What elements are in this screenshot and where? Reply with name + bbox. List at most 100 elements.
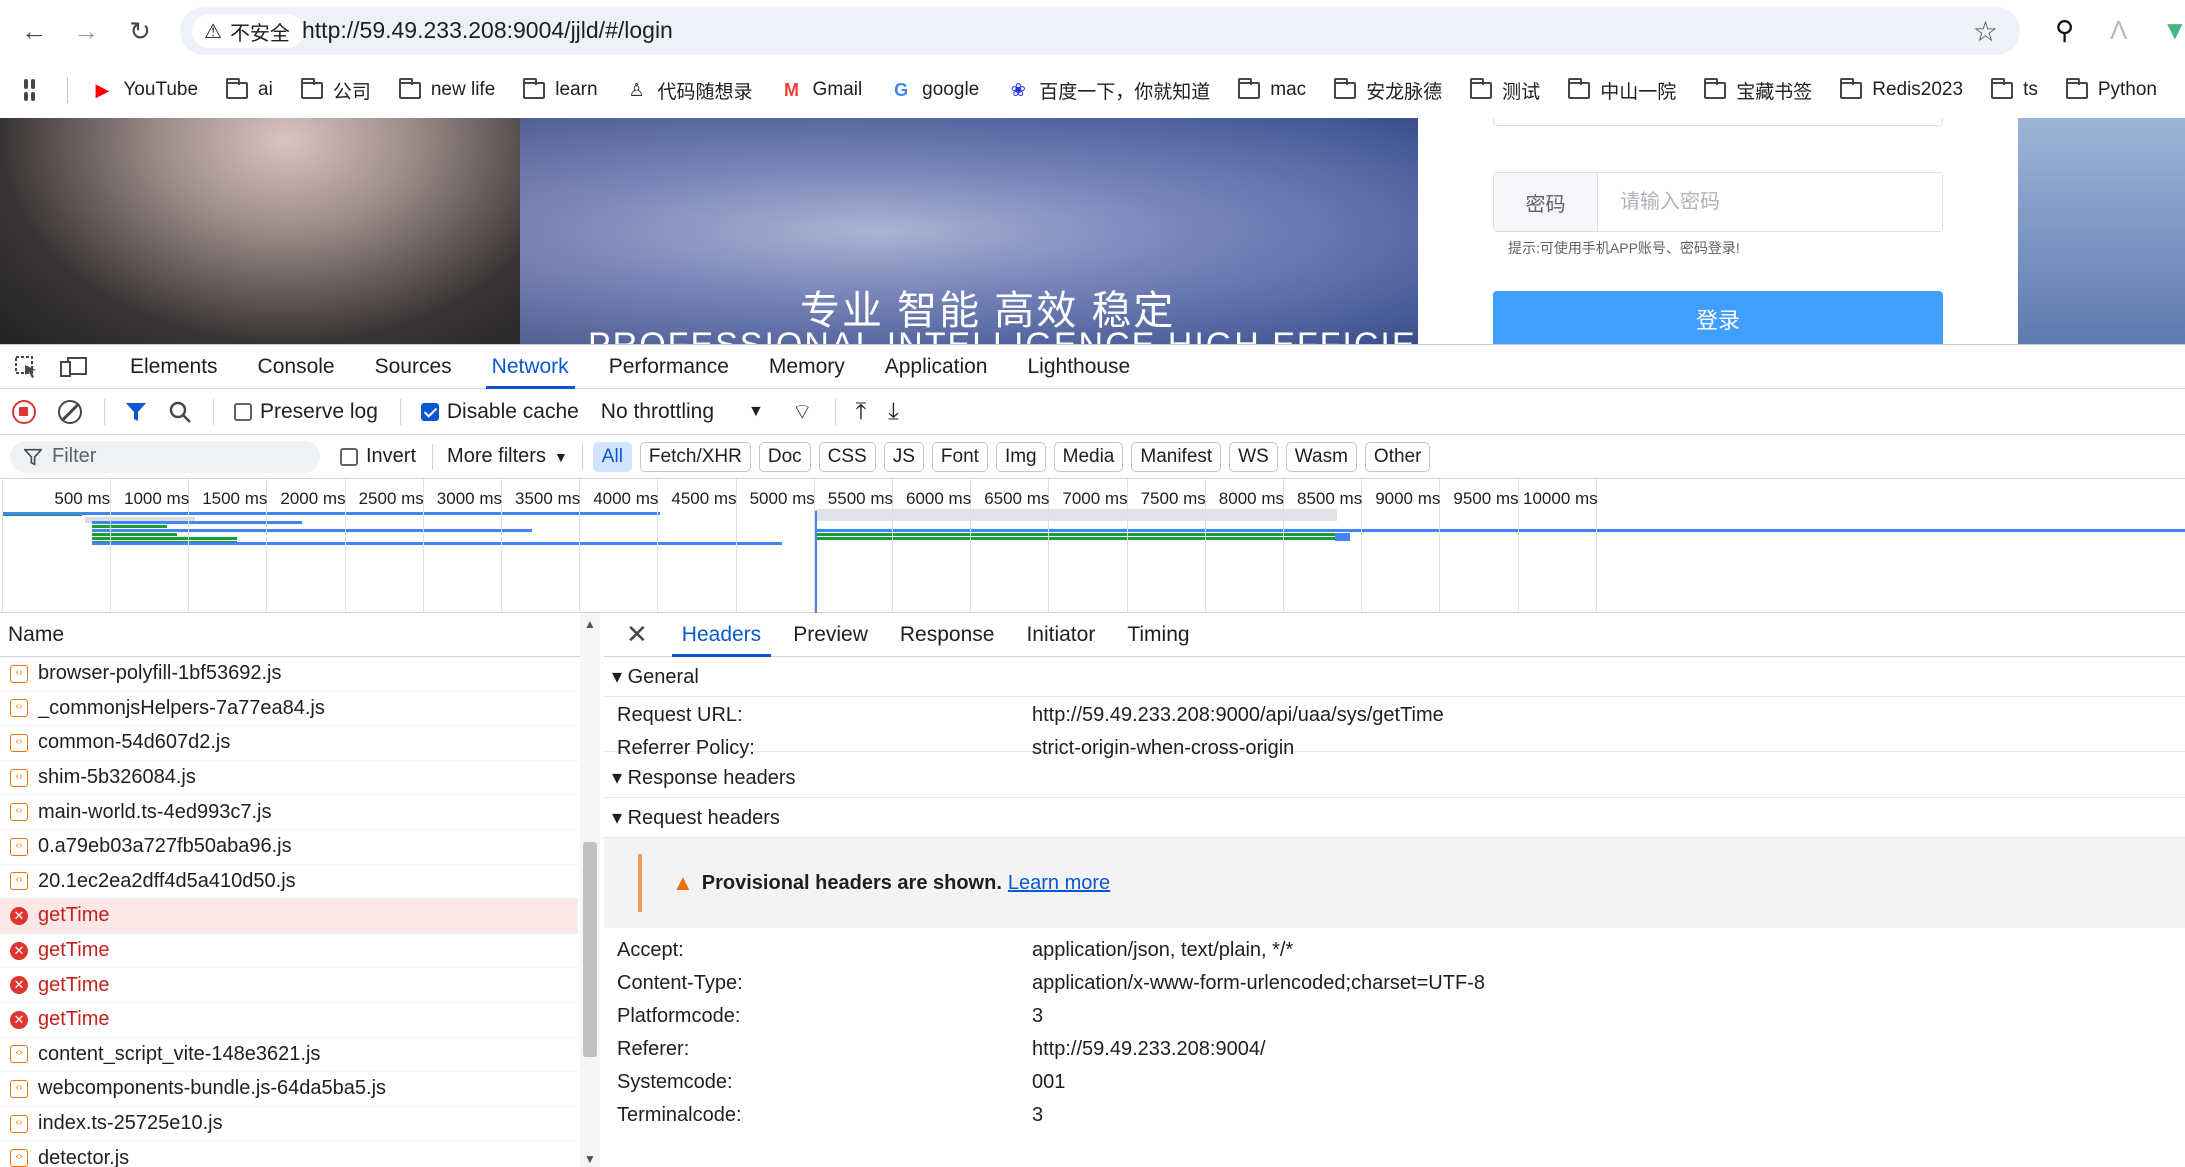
request-row[interactable]: ‹› _commonjsHelpers-7a77ea84.js xyxy=(0,692,578,727)
bookmark-item[interactable]: Python xyxy=(2065,77,2157,101)
bookmark-item[interactable]: 安龙脉德 xyxy=(1334,77,1442,104)
bookmark-item[interactable]: ♙ 代码随想录 xyxy=(626,77,752,104)
tab-elements[interactable]: Elements xyxy=(110,345,238,389)
close-details-icon[interactable]: ✕ xyxy=(604,619,666,650)
tab-network[interactable]: Network xyxy=(472,345,589,389)
general-section-header[interactable]: ▾ General xyxy=(604,657,2185,697)
bookmark-star-icon[interactable]: ☆ xyxy=(1973,15,1998,48)
request-row[interactable]: ✕ getTime xyxy=(0,899,578,934)
tab-lighthouse[interactable]: Lighthouse xyxy=(1007,345,1150,389)
bookmark-item[interactable]: 中山一院 xyxy=(1568,77,1676,104)
details-tab-response[interactable]: Response xyxy=(884,613,1011,657)
filter-chip-js[interactable]: JS xyxy=(883,441,924,472)
vue-devtools-icon[interactable]: ▼ xyxy=(2162,15,2185,46)
reload-icon[interactable]: ↻ xyxy=(124,15,156,47)
search-button[interactable] xyxy=(169,401,191,423)
scroll-up-icon[interactable]: ▲ xyxy=(584,617,596,631)
export-har-button[interactable]: ⤓ xyxy=(888,398,899,426)
request-row[interactable]: ‹› browser-polyfill-1bf53692.js xyxy=(0,657,578,692)
bookmark-item[interactable]: ▶ YouTube xyxy=(91,79,198,101)
details-tab-headers[interactable]: Headers xyxy=(666,613,777,657)
request-row[interactable]: ‹› 0.a79eb03a727fb50aba96.js xyxy=(0,830,578,865)
learn-more-link[interactable]: Learn more xyxy=(1008,872,1110,895)
bookmark-item[interactable]: ts xyxy=(1991,77,2038,101)
more-filters-dropdown[interactable]: More filters ▼ xyxy=(447,445,568,468)
filter-chip-other[interactable]: Other xyxy=(1364,441,1431,472)
device-toolbar-icon[interactable] xyxy=(60,355,87,379)
bookmark-item[interactable]: new life xyxy=(398,77,495,101)
url-text[interactable]: http://59.49.233.208:9004/jjld/#/login xyxy=(302,17,673,44)
request-row[interactable]: ✕ getTime xyxy=(0,1003,578,1038)
scroll-down-icon[interactable]: ▼ xyxy=(584,1152,596,1166)
filter-chip-fetch-xhr[interactable]: Fetch/XHR xyxy=(639,441,751,472)
password-field[interactable]: 密码 xyxy=(1493,172,1943,232)
filter-chip-img[interactable]: Img xyxy=(995,441,1046,472)
bookmark-item[interactable]: 宝藏书签 xyxy=(1704,77,1812,104)
extension-pin-icon[interactable]: ⚲ xyxy=(2055,15,2074,46)
request-row[interactable]: ✕ getTime xyxy=(0,934,578,969)
bookmark-item[interactable]: Redis2023 xyxy=(1840,77,1963,101)
request-row[interactable]: ✕ getTime xyxy=(0,968,578,1003)
tab-application[interactable]: Application xyxy=(865,345,1008,389)
tab-memory[interactable]: Memory xyxy=(749,345,865,389)
address-bar[interactable]: ⚠ 不安全 http://59.49.233.208:9004/jjld/#/l… xyxy=(180,7,2020,55)
record-button[interactable] xyxy=(12,399,36,424)
bookmark-item[interactable]: 测试 xyxy=(1470,77,1540,104)
scrollbar-thumb[interactable] xyxy=(583,842,597,1057)
extension-a-icon[interactable]: Λ xyxy=(2110,15,2127,46)
forward-icon[interactable]: → xyxy=(70,15,102,47)
login-button[interactable]: 登录 xyxy=(1493,291,1943,344)
import-har-button[interactable]: ⤒ xyxy=(856,398,867,426)
filter-chip-media[interactable]: Media xyxy=(1053,441,1124,472)
security-chip[interactable]: ⚠ 不安全 xyxy=(192,14,304,48)
preserve-log-checkbox[interactable]: Preserve log xyxy=(234,400,378,424)
bookmark-item[interactable]: M Gmail xyxy=(781,79,862,101)
filter-chip-all[interactable]: All xyxy=(592,441,632,472)
filter-chip-ws[interactable]: WS xyxy=(1229,441,1278,472)
bookmark-item[interactable]: mac xyxy=(1238,77,1306,101)
back-icon[interactable]: ← xyxy=(18,15,50,47)
inspect-element-icon[interactable] xyxy=(14,355,40,379)
apps-icon[interactable] xyxy=(24,79,35,101)
username-field[interactable] xyxy=(1493,118,1943,126)
tab-sources[interactable]: Sources xyxy=(355,345,472,389)
tab-performance[interactable]: Performance xyxy=(589,345,749,389)
request-row[interactable]: ‹› shim-5b326084.js xyxy=(0,761,578,796)
filter-chip-wasm[interactable]: Wasm xyxy=(1285,441,1357,472)
filter-chip-css[interactable]: CSS xyxy=(818,441,876,472)
request-headers-section-header[interactable]: ▾ Request headers xyxy=(604,798,2185,838)
network-conditions-button[interactable]: ⌔ xyxy=(792,398,813,426)
youtube-icon: ▶ xyxy=(95,79,110,100)
disable-cache-checkbox[interactable]: Disable cache xyxy=(420,400,579,424)
request-row[interactable]: ‹› 20.1ec2ea2dff4d5a410d50.js xyxy=(0,865,578,900)
filter-chip-doc[interactable]: Doc xyxy=(758,441,811,472)
request-row[interactable]: ‹› webcomponents-bundle.js-64da5ba5.js xyxy=(0,1072,578,1107)
bookmark-item[interactable]: ❀ 百度一下，你就知道 xyxy=(1007,77,1211,104)
timeline-label: 2500 ms xyxy=(358,489,424,508)
filter-input[interactable]: Filter xyxy=(10,440,320,473)
search-icon xyxy=(169,401,191,423)
request-row[interactable]: ‹› common-54d607d2.js xyxy=(0,726,578,761)
bookmark-item[interactable]: learn xyxy=(523,77,598,101)
bookmark-item[interactable]: Ggoogle xyxy=(890,79,979,101)
timeline-cursor[interactable] xyxy=(815,511,817,613)
request-row[interactable]: ‹› content_script_vite-148e3621.js xyxy=(0,1038,578,1073)
details-tab-timing[interactable]: Timing xyxy=(1111,613,1205,657)
details-tab-initiator[interactable]: Initiator xyxy=(1010,613,1111,657)
filter-toggle[interactable] xyxy=(125,401,147,423)
bookmark-item[interactable]: 公司 xyxy=(300,77,371,104)
filter-chip-manifest[interactable]: Manifest xyxy=(1131,441,1222,472)
request-row[interactable]: ‹› detector.js xyxy=(0,1141,578,1167)
tab-console[interactable]: Console xyxy=(238,345,355,389)
clear-button[interactable] xyxy=(58,399,82,424)
invert-checkbox[interactable]: Invert xyxy=(340,445,416,468)
details-tab-preview[interactable]: Preview xyxy=(777,613,884,657)
bookmark-item[interactable]: ai xyxy=(226,77,273,101)
throttling-select[interactable]: No throttling ▼ xyxy=(601,400,764,424)
password-input[interactable] xyxy=(1598,173,1942,231)
request-row[interactable]: ‹› index.ts-25725e10.js xyxy=(0,1107,578,1142)
request-row[interactable]: ‹› main-world.ts-4ed993c7.js xyxy=(0,795,578,830)
filter-chip-font[interactable]: Font xyxy=(931,441,988,472)
network-overview-timeline[interactable]: 500 ms 1000 ms 1500 ms 2000 ms 2500 ms 3000 m… xyxy=(0,479,2185,613)
column-header-name[interactable]: Name xyxy=(0,613,580,657)
